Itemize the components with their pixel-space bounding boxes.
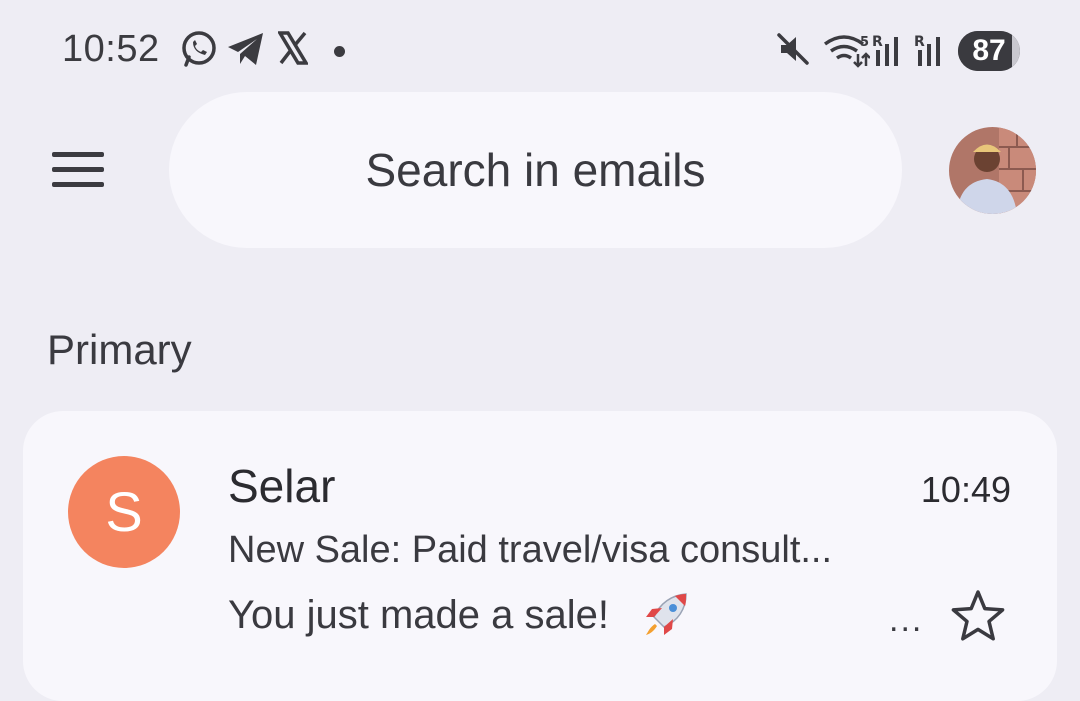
email-sender: Selar xyxy=(228,460,336,512)
whatsapp-icon xyxy=(182,31,216,67)
email-subject: New Sale: Paid travel/visa consult... xyxy=(228,529,833,571)
profile-photo xyxy=(949,127,1036,214)
svg-text:5: 5 xyxy=(860,35,869,50)
search-placeholder[interactable]: Search in emails xyxy=(169,92,902,248)
mute-icon xyxy=(777,33,809,65)
signal-icon: R xyxy=(872,34,898,66)
signal-icon: R xyxy=(914,34,940,66)
svg-text:R: R xyxy=(872,34,883,50)
notification-dot xyxy=(334,46,345,57)
section-title-primary: Primary xyxy=(47,326,192,373)
email-time: 10:49 xyxy=(920,469,1011,510)
wifi-icon: 5 xyxy=(823,35,870,68)
telegram-icon xyxy=(228,33,263,65)
svg-text:R: R xyxy=(914,34,925,50)
email-snippet: You just made a sale! xyxy=(228,593,609,637)
sender-avatar[interactable]: S xyxy=(68,456,180,568)
x-icon xyxy=(278,31,308,65)
rocket-icon xyxy=(646,593,687,635)
search-bar[interactable]: Search in emails xyxy=(169,92,902,248)
hamburger-menu-icon[interactable] xyxy=(52,150,106,190)
status-time: 10:52 xyxy=(62,28,160,70)
battery-indicator: 87 xyxy=(958,31,1020,71)
status-bar: 10:52 5 R R 87 xyxy=(0,0,1080,100)
star-icon[interactable] xyxy=(949,588,1007,644)
email-list-item[interactable]: S Selar 10:49 New Sale: Paid travel/visa… xyxy=(23,411,1057,701)
more-indicator: ... xyxy=(889,601,924,639)
battery-percent: 87 xyxy=(972,34,1006,67)
account-avatar[interactable] xyxy=(949,127,1036,214)
